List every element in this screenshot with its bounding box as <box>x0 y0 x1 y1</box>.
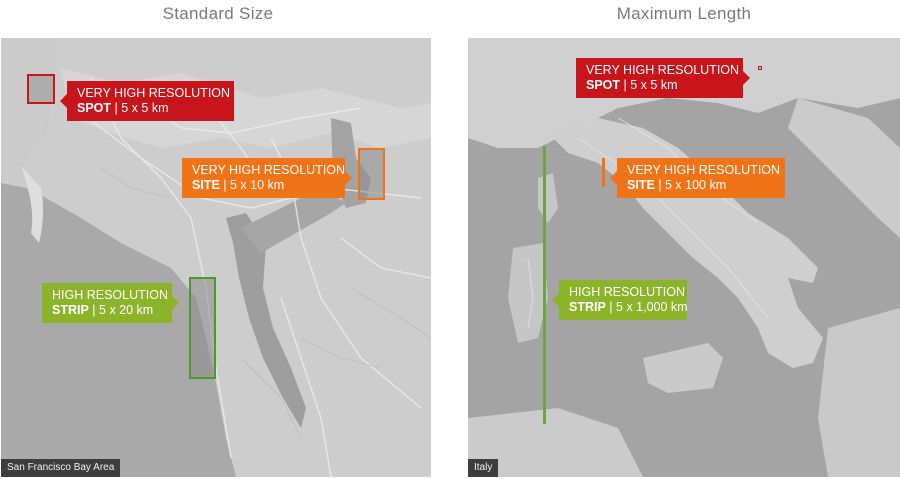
strip-footprint-box-italy <box>543 146 546 424</box>
strip-footprint-box <box>189 277 216 379</box>
strip-size-label-italy: | 5 x 1,000 km <box>609 300 688 314</box>
site-footprint-box <box>358 148 385 200</box>
site-callout-arrow <box>345 171 352 185</box>
site-resolution-label-italy: VERY HIGH RESOLUTION <box>627 163 781 177</box>
strip-callout-italy: HIGH RESOLUTION STRIP | 5 x 1,000 km <box>552 280 688 320</box>
strip-resolution-label-italy: HIGH RESOLUTION <box>569 285 685 299</box>
spot-callout-italy: VERY HIGH RESOLUTION SPOT | 5 x 5 km <box>576 58 750 98</box>
italy-basemap <box>468 38 900 477</box>
spot-callout-arrow <box>60 94 67 108</box>
site-callout-italy: VERY HIGH RESOLUTION SITE | 5 x 100 km <box>610 158 785 198</box>
spot-footprint-box <box>27 74 55 104</box>
spot-product-name: SPOT <box>77 101 112 115</box>
map-san-francisco[interactable]: VERY HIGH RESOLUTION SPOT | 5 x 5 km VER… <box>1 38 431 477</box>
panel-title-maximum-length: Maximum Length <box>616 4 752 23</box>
strip-product-name-italy: STRIP <box>569 300 606 314</box>
strip-callout-arrow-italy <box>552 293 559 307</box>
strip-product-name: STRIP <box>52 303 89 317</box>
map-caption-italy: Italy <box>468 459 499 477</box>
spot-footprint-box-italy <box>758 66 762 70</box>
spot-size-label: | 5 x 5 km <box>114 101 169 115</box>
site-callout: VERY HIGH RESOLUTION SITE | 5 x 10 km <box>182 158 352 198</box>
spot-size-label-italy: | 5 x 5 km <box>623 78 678 92</box>
strip-callout: HIGH RESOLUTION STRIP | 5 x 20 km <box>42 283 179 323</box>
site-footprint-box-italy <box>602 158 605 187</box>
strip-resolution-label: HIGH RESOLUTION <box>52 288 168 302</box>
spot-resolution-label: VERY HIGH RESOLUTION <box>77 86 231 100</box>
site-product-name: SITE <box>192 178 220 192</box>
site-product-name-italy: SITE <box>627 178 655 192</box>
spot-resolution-label-italy: VERY HIGH RESOLUTION <box>586 63 740 77</box>
site-callout-arrow-italy <box>610 171 617 185</box>
site-size-label: | 5 x 10 km <box>223 178 285 192</box>
spot-callout-arrow-italy <box>743 71 750 85</box>
site-resolution-label: VERY HIGH RESOLUTION <box>192 163 346 177</box>
strip-size-label: | 5 x 20 km <box>92 303 154 317</box>
strip-callout-arrow <box>172 296 179 310</box>
site-size-label-italy: | 5 x 100 km <box>658 178 727 192</box>
spot-product-name-italy: SPOT <box>586 78 621 92</box>
panel-title-standard-size: Standard Size <box>162 4 274 23</box>
map-caption-sf: San Francisco Bay Area <box>1 459 121 477</box>
spot-callout: VERY HIGH RESOLUTION SPOT | 5 x 5 km <box>60 81 234 121</box>
map-italy[interactable]: VERY HIGH RESOLUTION SPOT | 5 x 5 km VER… <box>468 38 900 477</box>
